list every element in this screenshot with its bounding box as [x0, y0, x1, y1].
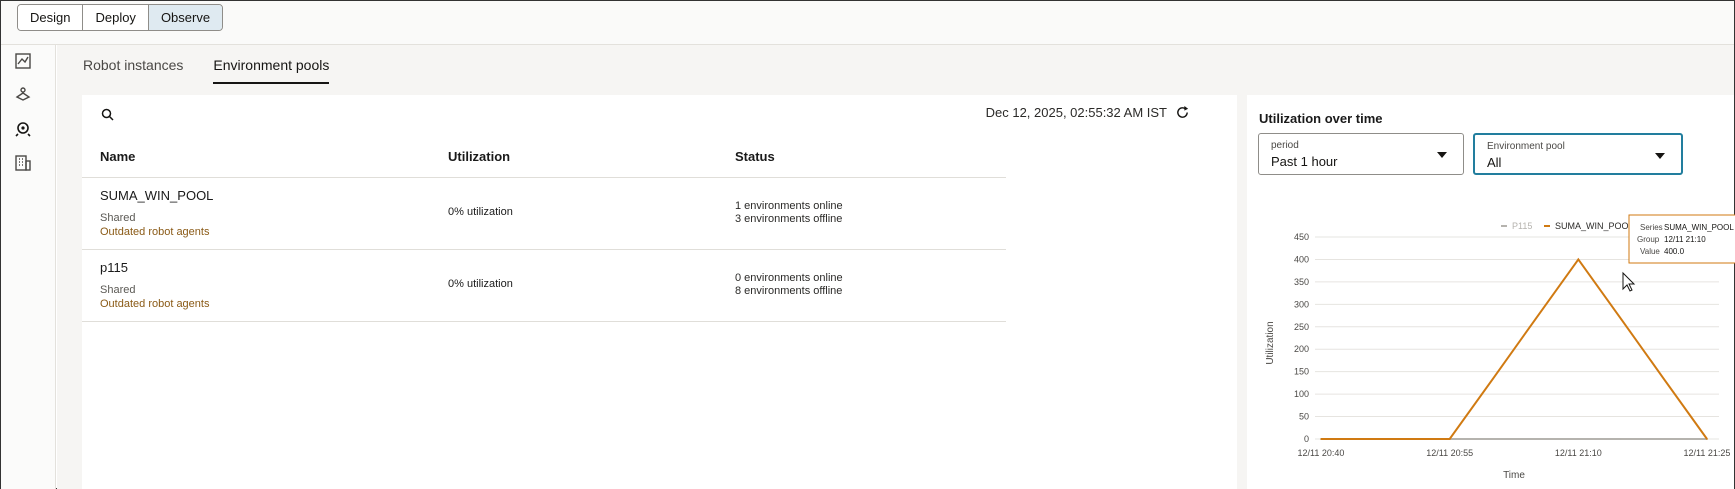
x-tick-label: 12/11 21:25 — [1684, 448, 1731, 458]
tab-environment-pools[interactable]: Environment pools — [213, 57, 330, 84]
x-axis-label: Time — [1503, 470, 1525, 481]
y-tick-label: 400 — [1294, 254, 1309, 264]
x-tick-label: 12/11 21:10 — [1555, 448, 1602, 458]
data-point — [1448, 438, 1451, 440]
tooltip-value-label: Value — [1640, 247, 1660, 256]
y-tick-label: 150 — [1294, 367, 1309, 377]
tooltip-group: 12/11 21:10 — [1664, 235, 1706, 244]
pool-utilization: 0% utilization — [448, 278, 513, 290]
utilization-panel: Utilization over time period Past 1 hour… — [1247, 95, 1735, 489]
data-point — [1577, 438, 1580, 440]
tab-bar: Robot instances Environment pools — [83, 57, 359, 84]
pool-online-count: 0 environments online — [735, 272, 843, 284]
legend-label-p115[interactable]: P115 — [1512, 221, 1532, 231]
data-point — [1491, 438, 1494, 440]
environment-pool-icon[interactable] — [13, 119, 33, 139]
y-axis-label: Utilization — [1265, 321, 1276, 364]
y-tick-label: 100 — [1294, 389, 1309, 399]
pool-type: Shared — [100, 212, 136, 224]
pool-utilization: 0% utilization — [448, 206, 513, 218]
mode-observe-button[interactable]: Observe — [148, 5, 223, 30]
last-refreshed-timestamp: Dec 12, 2025, 02:55:32 AM IST — [985, 105, 1167, 120]
pool-offline-count: 3 environments offline — [735, 213, 843, 225]
column-header-status[interactable]: Status — [735, 149, 775, 164]
chevron-down-icon — [1655, 153, 1665, 159]
data-point — [1620, 438, 1623, 440]
chart-legend: P115 SUMA_WIN_POOL — [1501, 221, 1634, 231]
pool-warning: Outdated robot agents — [100, 298, 210, 310]
mode-design-button[interactable]: Design — [18, 5, 84, 30]
pool-offline-count: 8 environments offline — [735, 285, 843, 297]
building-icon[interactable] — [13, 153, 33, 173]
data-point — [1663, 438, 1665, 440]
x-tick-label: 12/11 20:55 — [1426, 448, 1473, 458]
top-bar: Design Deploy Observe — [1, 1, 1734, 45]
period-select[interactable]: period Past 1 hour — [1258, 133, 1464, 175]
y-tick-label: 250 — [1294, 322, 1309, 332]
mouse-cursor-icon — [1622, 271, 1636, 292]
y-tick-label: 0 — [1304, 434, 1309, 444]
data-point — [1405, 438, 1408, 440]
tooltip-series-label: Series — [1640, 223, 1663, 232]
period-label: period — [1271, 140, 1299, 151]
y-tick-label: 200 — [1294, 344, 1309, 354]
refresh-icon[interactable] — [1175, 105, 1190, 120]
data-point — [1320, 438, 1322, 440]
mode-deploy-button[interactable]: Deploy — [83, 5, 149, 30]
period-value: Past 1 hour — [1271, 154, 1338, 169]
data-point — [1706, 438, 1708, 440]
data-point — [1620, 318, 1623, 320]
main-content: Robot instances Environment pools Dec 12… — [57, 45, 1735, 489]
pool-name: p115 — [100, 260, 128, 275]
data-point — [1491, 378, 1494, 381]
environment-pool-select[interactable]: Environment pool All — [1473, 133, 1683, 175]
pool-select-value: All — [1487, 155, 1502, 170]
x-tick-label: 12/11 20:40 — [1298, 448, 1345, 458]
y-tick-label: 450 — [1294, 232, 1309, 242]
chart-tooltip: Series SUMA_WIN_POOL Group 12/11 21:10 V… — [1628, 214, 1735, 264]
mode-switcher: Design Deploy Observe — [17, 4, 224, 31]
pools-panel: Dec 12, 2025, 02:55:32 AM IST Name Utili… — [82, 95, 1237, 489]
pool-type: Shared — [100, 284, 136, 296]
table-header: Name Utilization Status — [82, 137, 1006, 178]
pool-select-label: Environment pool — [1487, 141, 1565, 152]
robot-icon[interactable] — [13, 85, 33, 105]
table-row[interactable]: SUMA_WIN_POOL Shared Outdated robot agen… — [82, 178, 1006, 250]
data-point — [1534, 438, 1537, 440]
data-point — [1577, 258, 1580, 261]
utilization-chart: 0 50 100 150 200 250 300 350 400 450 12/11 20:40 1… — [1265, 214, 1735, 481]
y-tick-label: 300 — [1294, 299, 1309, 309]
legend-label-suma[interactable]: SUMA_WIN_POOL — [1555, 221, 1634, 231]
pool-name: SUMA_WIN_POOL — [100, 188, 214, 203]
pools-table: Name Utilization Status SUMA_WIN_POOL Sh… — [82, 137, 1006, 322]
tooltip-group-label: Group — [1637, 235, 1660, 244]
sidebar — [1, 45, 56, 489]
chevron-down-icon — [1437, 152, 1447, 158]
utilization-title: Utilization over time — [1259, 111, 1383, 126]
y-tick-label: 50 — [1299, 412, 1309, 422]
tab-robot-instances[interactable]: Robot instances — [83, 57, 183, 84]
data-point — [1534, 318, 1537, 320]
column-header-utilization[interactable]: Utilization — [448, 149, 510, 164]
dashboard-icon[interactable] — [13, 51, 33, 71]
tooltip-value: 400.0 — [1664, 247, 1685, 256]
data-point — [1363, 438, 1365, 440]
y-tick-label: 350 — [1294, 277, 1309, 287]
pool-warning: Outdated robot agents — [100, 226, 210, 238]
column-header-name[interactable]: Name — [100, 149, 135, 164]
app-window: Design Deploy Observe Robot instances En… — [0, 0, 1735, 489]
pool-online-count: 1 environments online — [735, 200, 843, 212]
search-icon[interactable] — [100, 107, 116, 123]
data-point — [1663, 378, 1665, 381]
table-row[interactable]: p115 Shared Outdated robot agents 0% uti… — [82, 250, 1006, 322]
tooltip-series: SUMA_WIN_POOL — [1664, 223, 1734, 232]
